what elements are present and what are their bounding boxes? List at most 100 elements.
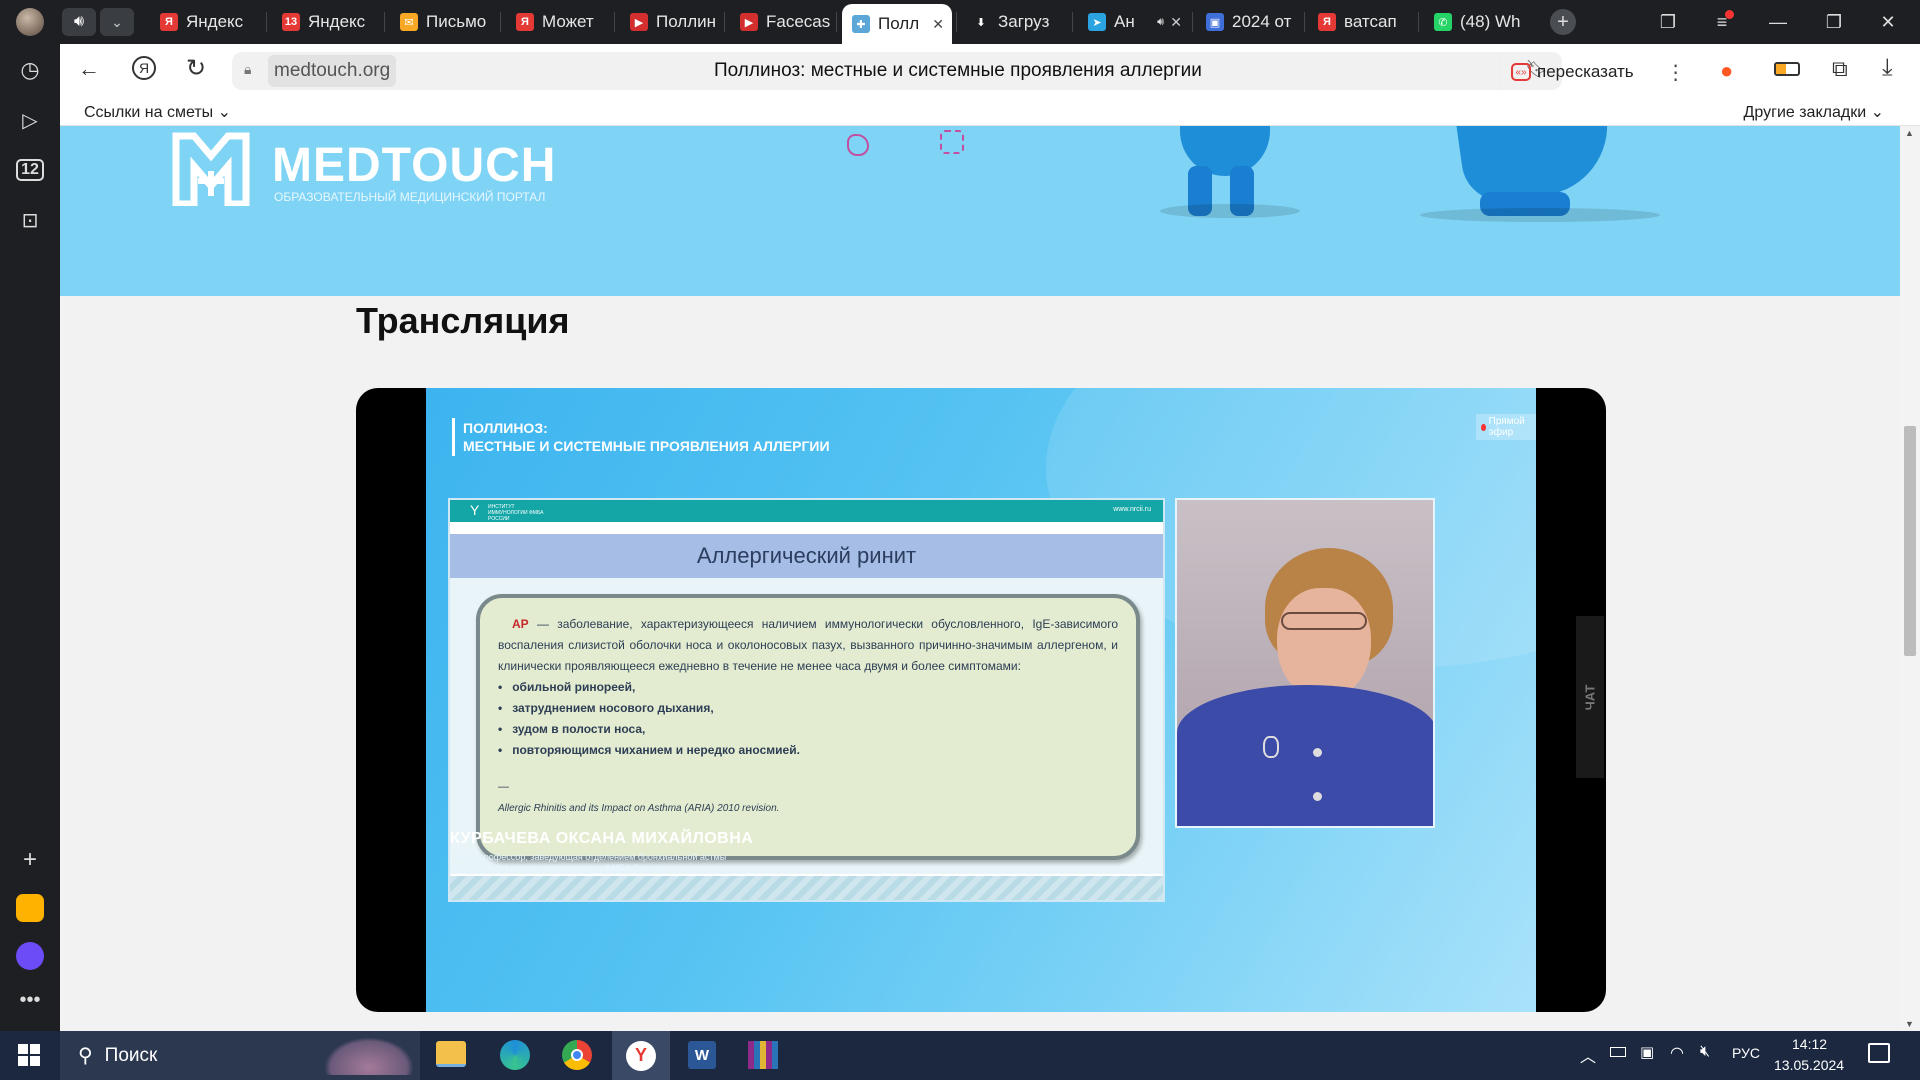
retell-button[interactable]: «» пересказать ⋮ — [1500, 54, 1740, 90]
wifi-icon[interactable]: ◠ — [1670, 1043, 1684, 1063]
symptom-item: • обильной ринореей, — [498, 677, 1118, 698]
collections-icon[interactable]: ⧉ — [1832, 56, 1848, 82]
speaker-role-1: д.м.н., профессор, заведующая отделением… — [450, 852, 727, 862]
video-heading-bar — [452, 418, 455, 456]
battery-tray-icon[interactable] — [1610, 1047, 1626, 1057]
restore-button[interactable]: ❐ — [1818, 6, 1850, 38]
kebab-menu-icon[interactable]: ⋮ — [1666, 60, 1686, 85]
tab-label: Загруз — [998, 12, 1050, 31]
bookmark-folder-smety[interactable]: Ссылки на сметы ⌄ — [84, 102, 231, 122]
tab-favicon-icon: 13 — [282, 13, 300, 31]
scrollbar-up-icon[interactable]: ▲ — [1905, 128, 1914, 138]
file-explorer-icon[interactable] — [436, 1041, 466, 1067]
tray-chevron-icon[interactable]: ︿ — [1580, 1043, 1596, 1067]
sound-button[interactable]: 🔊︎ — [62, 8, 96, 36]
more-icon[interactable]: ••• — [14, 984, 46, 1016]
symptom-list: • обильной ринореей, • затруднением носовог… — [498, 677, 1118, 761]
add-panel-icon[interactable]: + — [14, 844, 46, 876]
site-logo[interactable] — [170, 126, 252, 208]
tab-collections-icon[interactable]: ❐ — [1652, 6, 1684, 38]
tab-close-icon[interactable]: ✕ — [1170, 14, 1182, 31]
downloads-icon[interactable]: ⤓ — [1882, 54, 1893, 82]
screenshot-icon[interactable]: ⊡ — [14, 204, 46, 236]
tab-0[interactable]: Я Яндекс — [150, 6, 262, 38]
speaker-video — [1175, 498, 1435, 828]
bullet-icon: • — [498, 701, 503, 715]
tab-11[interactable]: ✆ (48) Wh — [1424, 6, 1536, 38]
tab-favicon-icon: Я — [160, 13, 178, 31]
section-title: Трансляция — [356, 300, 570, 341]
reload-icon[interactable]: ↻ — [186, 54, 206, 83]
mascot-image-2 — [1420, 126, 1660, 226]
browser-menu-icon[interactable]: ≡ — [1706, 6, 1738, 38]
back-icon[interactable]: ← — [78, 56, 100, 82]
close-window-button[interactable]: ✕ — [1872, 6, 1904, 38]
tab-favicon-icon: Я — [1318, 13, 1336, 31]
start-icon[interactable] — [18, 1044, 40, 1066]
camera-tray-icon[interactable]: ▣ — [1640, 1043, 1654, 1061]
symptom-item: • зудом в полости носа, — [498, 719, 1118, 740]
counter-badge[interactable]: 12 — [14, 154, 46, 186]
decor-shape-icon — [847, 134, 869, 156]
scrollbar-thumb[interactable] — [1904, 426, 1916, 656]
tab-5[interactable]: ▶ Facecas — [730, 6, 832, 38]
symptom-text: повторяющимся чиханием и нередко аносмие… — [512, 743, 800, 757]
minimize-button[interactable]: — — [1762, 6, 1794, 38]
retell-label: пересказать — [1537, 62, 1634, 81]
input-language[interactable]: РУС — [1732, 1045, 1760, 1061]
url-field[interactable]: 🔒︎ medtouch.org Поллиноз: местные и сист… — [232, 52, 1562, 90]
tab-10[interactable]: Яватсап — [1308, 6, 1414, 38]
slide-header-left: ИНСТИТУТ ИММУНОЛОГИИ ФМБА РОССИИ — [488, 504, 544, 522]
notifications-icon[interactable] — [1868, 1043, 1890, 1063]
tab-favicon-icon: ▶ — [740, 13, 758, 31]
tab-close-icon[interactable]: ✕ — [932, 16, 944, 33]
new-tab-button[interactable]: + — [1550, 9, 1576, 35]
volume-muted-icon[interactable]: 🔇︎ — [1700, 1043, 1710, 1061]
chat-tab[interactable]: ЧАТ — [1576, 616, 1604, 778]
winrar-icon[interactable] — [748, 1041, 778, 1069]
video-player[interactable]: ПОЛЛИНОЗ: МЕСТНЫЕ И СИСТЕМНЫЕ ПРОЯВЛЕНИЯ… — [356, 388, 1606, 1012]
tab-4[interactable]: ▶ Поллин — [620, 6, 720, 38]
tab-1[interactable]: 13 Яндекс — [272, 6, 380, 38]
yandex-icon[interactable]: Я — [132, 56, 156, 80]
tab-2[interactable]: ✉ Письмо — [390, 6, 496, 38]
search-highlight-image — [324, 1036, 414, 1075]
flame-icon[interactable]: ● — [1720, 58, 1733, 84]
address-bar: ← Я ↻ 🔒︎ medtouch.org Поллиноз: местные … — [60, 44, 1920, 100]
tab-8[interactable]: ➤ Ан 🔊︎ ✕ — [1078, 6, 1188, 38]
chrome-icon[interactable] — [562, 1040, 592, 1070]
profile-avatar[interactable] — [16, 8, 44, 36]
tab-separator — [500, 12, 501, 32]
tab-7[interactable]: ⬇ Загруз — [962, 6, 1068, 38]
other-bookmarks[interactable]: Другие закладки ⌄ — [1744, 102, 1884, 122]
tab-separator — [1192, 12, 1193, 32]
tab-separator — [1418, 12, 1419, 32]
history-icon[interactable]: ◷ — [14, 54, 46, 86]
page-scrollbar[interactable]: ▲ ▼ — [1900, 126, 1920, 1031]
browser-sidebar: ◷ ▷ 12 ⊡ + ••• — [0, 44, 60, 1031]
alice-icon[interactable] — [14, 940, 46, 972]
taskbar-search[interactable]: ⚲ Поиск — [60, 1031, 420, 1080]
video-icon[interactable]: ▷ — [14, 104, 46, 136]
tab-6[interactable]: ✚ Полл ✕ — [842, 4, 952, 44]
edge-icon[interactable] — [500, 1040, 530, 1070]
tab-3[interactable]: Я Может — [506, 6, 610, 38]
clock-time[interactable]: 14:12 — [1792, 1036, 1827, 1052]
institute-logo-icon: Y — [470, 502, 480, 518]
speaker-brooch-icon — [1263, 736, 1279, 758]
slide-title: Аллергический ринит — [696, 543, 917, 568]
tab-menu-chevron-icon[interactable]: ⌄ — [100, 8, 134, 36]
definition-text: АР — заболевание, характеризующееся нали… — [498, 614, 1118, 677]
mail-app-icon[interactable] — [14, 892, 46, 924]
clock-date[interactable]: 13.05.2024 — [1774, 1057, 1844, 1073]
tab-audio-icon[interactable]: 🔊︎ — [1157, 16, 1164, 29]
mascot-image — [1160, 126, 1300, 226]
battery-icon[interactable] — [1774, 62, 1800, 76]
site-header: MEDTOUCH ОБРАЗОВАТЕЛЬНЫЙ МЕДИЦИНСКИЙ ПОР… — [60, 126, 1900, 296]
scrollbar-down-icon[interactable]: ▼ — [1905, 1019, 1914, 1029]
web-page: MEDTOUCH ОБРАЗОВАТЕЛЬНЫЙ МЕДИЦИНСКИЙ ПОР… — [60, 126, 1900, 1031]
yandex-browser-icon[interactable]: Y — [612, 1031, 670, 1080]
word-icon[interactable]: W — [688, 1041, 716, 1069]
tab-label: Письмо — [426, 12, 487, 31]
tab-9[interactable]: ▣ 2024 от — [1196, 6, 1300, 38]
